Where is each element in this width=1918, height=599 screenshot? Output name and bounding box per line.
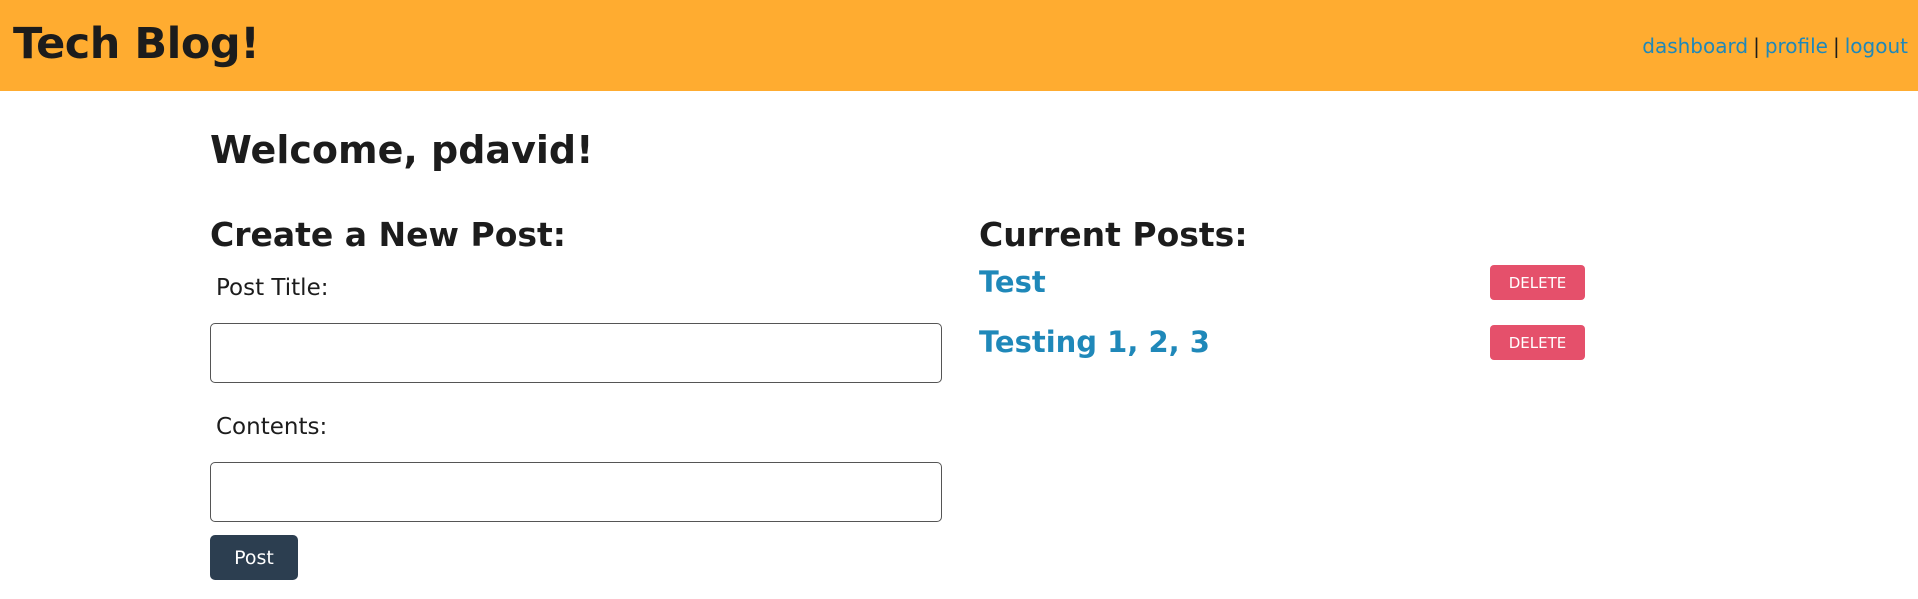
delete-post-button[interactable]: DELETE	[1490, 325, 1585, 360]
current-posts-section: Current Posts: Test DELETE Testing 1, 2,…	[979, 210, 1585, 360]
nav-separator: |	[1753, 34, 1760, 58]
post-submit-button[interactable]: Post	[210, 535, 298, 580]
post-title-label: Post Title:	[216, 275, 329, 301]
post-contents-input[interactable]	[210, 462, 942, 522]
create-post-section: Create a New Post: Post Title: Contents:…	[210, 210, 942, 580]
site-title: Tech Blog!	[13, 19, 260, 69]
top-nav: dashboard | profile | logout	[1642, 32, 1908, 60]
post-list-item: Testing 1, 2, 3 DELETE	[979, 270, 1585, 360]
nav-link-profile[interactable]: profile	[1765, 34, 1828, 58]
post-title-link[interactable]: Testing 1, 2, 3	[979, 324, 1210, 360]
create-post-heading: Create a New Post:	[210, 215, 566, 254]
welcome-heading: Welcome, pdavid!	[210, 128, 594, 172]
nav-separator: |	[1833, 34, 1840, 58]
top-header: Tech Blog! dashboard | profile | logout	[0, 0, 1918, 91]
post-title-input[interactable]	[210, 323, 942, 383]
nav-link-logout[interactable]: logout	[1845, 34, 1908, 58]
nav-link-dashboard[interactable]: dashboard	[1642, 34, 1748, 58]
post-list-item: Test DELETE	[979, 210, 1585, 300]
post-contents-label: Contents:	[216, 414, 328, 440]
